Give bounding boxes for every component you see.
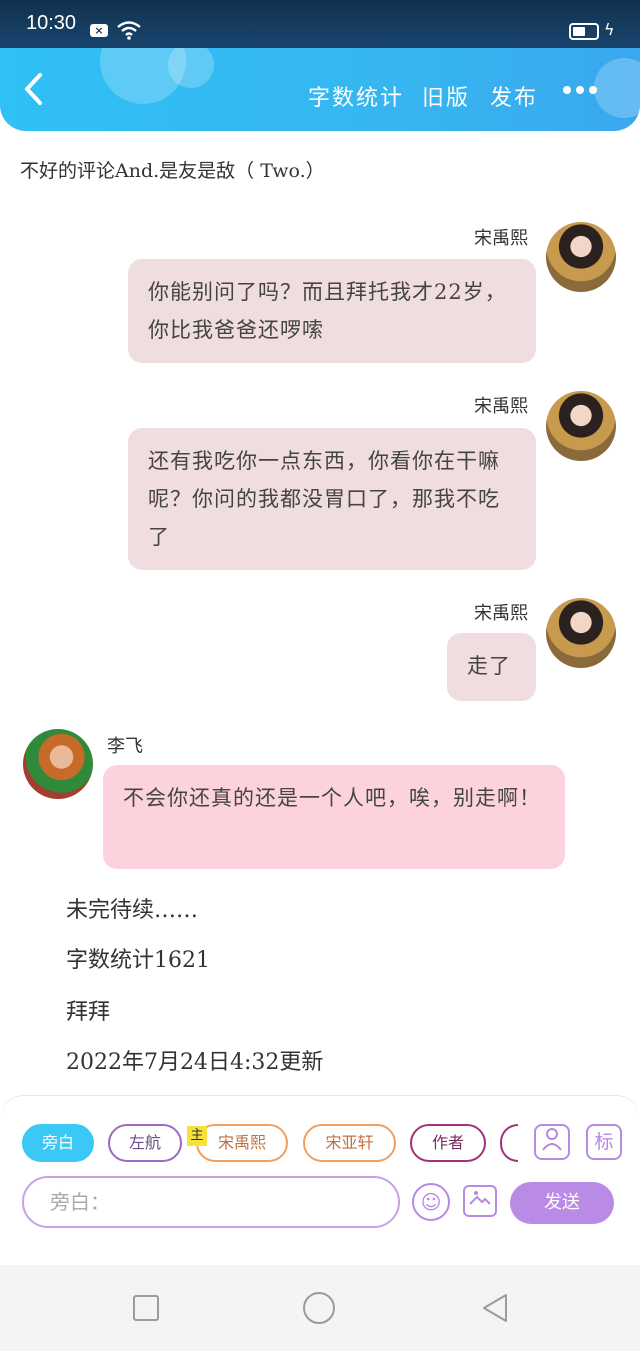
- story-intro-text: 不好的评论And.是友是敌（ Two.）: [20, 160, 325, 182]
- recent-apps-button[interactable]: [133, 1295, 159, 1321]
- main-role-badge: 主: [187, 1126, 207, 1146]
- chip-character[interactable]: 宋亚轩: [303, 1124, 396, 1162]
- top-header: 字数统计 旧版 发布: [0, 48, 640, 131]
- tag-button[interactable]: 标: [586, 1124, 622, 1160]
- character-card-icon[interactable]: [534, 1124, 570, 1160]
- system-nav-bar: [0, 1265, 640, 1351]
- status-time: 10:30: [26, 12, 77, 34]
- narration-input[interactable]: 旁白：: [22, 1176, 400, 1228]
- person-icon: [542, 1128, 562, 1151]
- picture-icon: [469, 1191, 491, 1205]
- sender-name: 李飞: [107, 736, 143, 757]
- narration-line: 未完待续……: [66, 898, 199, 923]
- chat-bubble[interactable]: 还有我吃你一点东西，你看你在干嘛呢？你问的我都没胃口了，那我不吃了: [128, 428, 536, 570]
- notification-icon: ×: [90, 24, 108, 37]
- chat-bubble[interactable]: 不会你还真的还是一个人吧，唉，别走啊！: [103, 765, 565, 869]
- more-button[interactable]: [562, 72, 598, 102]
- charging-icon: ϟ: [604, 20, 615, 39]
- send-button[interactable]: 发送: [510, 1182, 614, 1224]
- wifi-icon: [116, 20, 142, 45]
- sender-name: 宋禹熙: [474, 228, 528, 249]
- triangle-back-icon: [483, 1294, 507, 1322]
- chip-character[interactable]: 宋禹熙: [196, 1124, 288, 1162]
- home-button[interactable]: [303, 1292, 335, 1324]
- battery-icon: [569, 23, 599, 40]
- sender-name: 宋禹熙: [474, 603, 528, 624]
- narration-line: 字数统计1621: [66, 948, 210, 973]
- chevron-left-icon: [25, 73, 42, 105]
- chip-narrator[interactable]: 旁白: [22, 1124, 94, 1162]
- chat-bubble[interactable]: 走了: [447, 633, 536, 701]
- word-count-button[interactable]: 字数统计: [308, 80, 404, 112]
- avatar[interactable]: [546, 598, 616, 668]
- smile-icon[interactable]: ☺: [412, 1183, 450, 1221]
- status-bar: 10:30 × ϟ: [0, 0, 640, 48]
- old-version-button[interactable]: 旧版: [422, 80, 470, 112]
- avatar[interactable]: [23, 729, 93, 799]
- decor-bubble: [168, 48, 214, 88]
- sender-name: 宋禹熙: [474, 396, 528, 417]
- image-icon[interactable]: [463, 1185, 497, 1217]
- nav-back-button[interactable]: [478, 1291, 512, 1325]
- avatar[interactable]: [546, 391, 616, 461]
- publish-button[interactable]: 发布: [490, 80, 538, 112]
- narration-line: 拜拜: [66, 1000, 111, 1025]
- chat-bubble[interactable]: 你能别问了吗？而且拜托我才22岁，你比我爸爸还啰嗦: [128, 259, 536, 363]
- narration-line: 2022年7月24日4:32更新: [66, 1050, 324, 1075]
- chip-author[interactable]: 作者: [410, 1124, 486, 1162]
- back-button[interactable]: [22, 72, 56, 110]
- decor-bubble: [594, 58, 640, 118]
- chip-character[interactable]: 左航: [108, 1124, 182, 1162]
- more-dots-icon: [563, 86, 597, 94]
- avatar[interactable]: [546, 222, 616, 292]
